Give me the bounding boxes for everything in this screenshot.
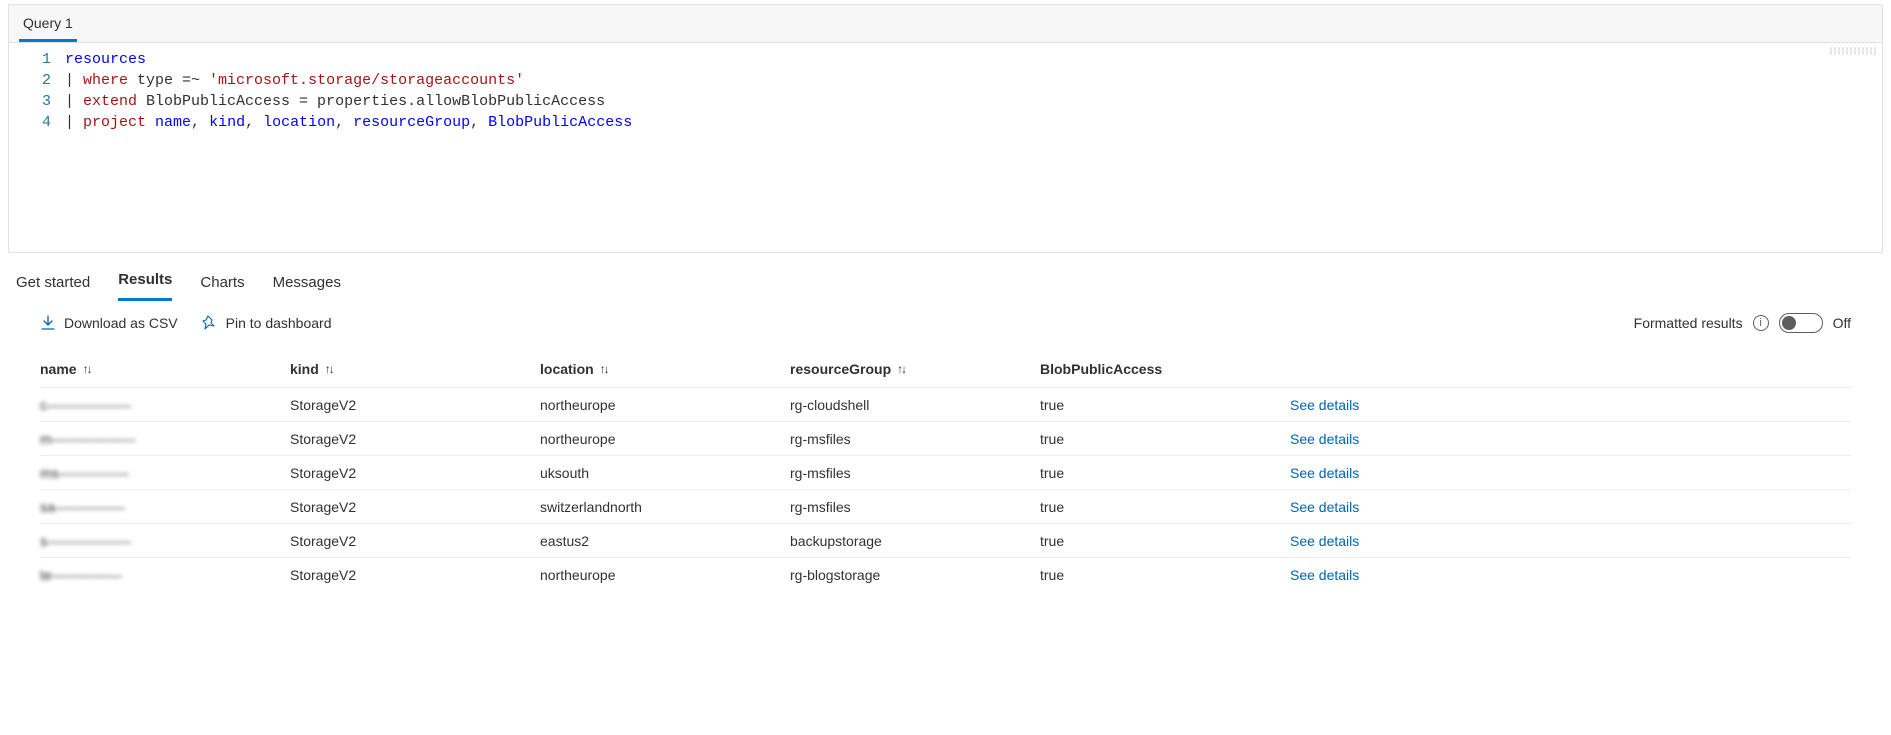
code-line: | project name, kind, location, resource… [65,112,1882,133]
pin-icon [202,315,218,331]
pin-dashboard-button[interactable]: Pin to dashboard [202,315,332,331]
cell-resourcegroup: rg-msfiles [790,431,1040,447]
results-tab-bar: Get started Results Charts Messages [0,253,1891,301]
cell-blobpublicaccess: true [1040,567,1290,583]
results-table: name ↑↓ kind ↑↓ location ↑↓ resourceGrou… [0,351,1891,591]
see-details-link[interactable]: See details [1290,465,1359,481]
cell-name: s—————— [40,533,290,549]
download-csv-label: Download as CSV [64,315,178,331]
table-row[interactable]: sa—————StorageV2switzerlandnorthrg-msfil… [40,489,1851,523]
cell-location: northeurope [540,431,790,447]
cell-blobpublicaccess: true [1040,397,1290,413]
column-header-label: kind [290,361,319,377]
column-header-name[interactable]: name ↑↓ [40,361,290,377]
editor-minimap [1830,47,1878,55]
cell-kind: StorageV2 [290,397,540,413]
column-header-resourcegroup[interactable]: resourceGroup ↑↓ [790,361,1040,377]
column-header-kind[interactable]: kind ↑↓ [290,361,540,377]
see-details-link[interactable]: See details [1290,533,1359,549]
line-number: 4 [9,112,51,133]
code-line: | extend BlobPublicAccess = properties.a… [65,91,1882,112]
table-row[interactable]: m——————StorageV2northeuroperg-msfilestru… [40,421,1851,455]
cell-resourcegroup: rg-msfiles [790,499,1040,515]
cell-location: northeurope [540,567,790,583]
cell-location: switzerlandnorth [540,499,790,515]
cell-kind: StorageV2 [290,533,540,549]
cell-name: c—————— [40,397,290,413]
tab-charts[interactable]: Charts [200,270,244,301]
table-row[interactable]: te—————StorageV2northeuroperg-blogstorag… [40,557,1851,591]
code-line: | where type =~ 'microsoft.storage/stora… [65,70,1882,91]
formatted-results-label: Formatted results [1634,315,1743,331]
see-details-link[interactable]: See details [1290,567,1359,583]
pin-dashboard-label: Pin to dashboard [226,315,332,331]
column-header-label: name [40,361,77,377]
cell-blobpublicaccess: true [1040,431,1290,447]
editor-tab-bar: Query 1 [9,5,1882,42]
download-csv-button[interactable]: Download as CSV [40,315,178,331]
tab-get-started[interactable]: Get started [16,270,90,301]
cell-resourcegroup: rg-blogstorage [790,567,1040,583]
column-header-label: BlobPublicAccess [1040,361,1162,377]
cell-location: uksouth [540,465,790,481]
see-details-link[interactable]: See details [1290,431,1359,447]
toggle-state-label: Off [1833,315,1851,331]
code-lines: resources | where type =~ 'microsoft.sto… [65,43,1882,172]
column-header-label: resourceGroup [790,361,891,377]
sort-icon: ↑↓ [83,362,91,376]
cell-name: te————— [40,567,290,583]
column-header-label: location [540,361,594,377]
sort-icon: ↑↓ [600,362,608,376]
see-details-link[interactable]: See details [1290,499,1359,515]
line-number-gutter: 1 2 3 4 [9,43,65,172]
cell-blobpublicaccess: true [1040,499,1290,515]
cell-name: ms————— [40,465,290,481]
line-number: 2 [9,70,51,91]
see-details-link[interactable]: See details [1290,397,1359,413]
table-header-row: name ↑↓ kind ↑↓ location ↑↓ resourceGrou… [40,351,1851,387]
code-editor[interactable]: 1 2 3 4 resources | where type =~ 'micro… [9,42,1882,252]
sort-icon: ↑↓ [325,362,333,376]
cell-kind: StorageV2 [290,567,540,583]
cell-location: northeurope [540,397,790,413]
cell-kind: StorageV2 [290,465,540,481]
code-line: resources [65,49,1882,70]
cell-resourcegroup: rg-msfiles [790,465,1040,481]
table-row[interactable]: s——————StorageV2eastus2backupstoragetrue… [40,523,1851,557]
query-editor-panel: Query 1 1 2 3 4 resources | where type =… [8,4,1883,253]
editor-tab-query1[interactable]: Query 1 [19,9,77,42]
sort-icon: ↑↓ [897,362,905,376]
table-row[interactable]: c——————StorageV2northeuroperg-cloudshell… [40,387,1851,421]
cell-location: eastus2 [540,533,790,549]
info-icon[interactable]: i [1753,315,1769,331]
tab-messages[interactable]: Messages [273,270,341,301]
cell-resourcegroup: rg-cloudshell [790,397,1040,413]
cell-kind: StorageV2 [290,499,540,515]
tab-results[interactable]: Results [118,267,172,301]
cell-resourcegroup: backupstorage [790,533,1040,549]
cell-name: m—————— [40,431,290,447]
cell-name: sa————— [40,499,290,515]
formatted-results-toggle[interactable] [1779,313,1823,333]
table-row[interactable]: ms—————StorageV2uksouthrg-msfilestrueSee… [40,455,1851,489]
results-toolbar: Download as CSV Pin to dashboard Formatt… [0,301,1891,351]
cell-blobpublicaccess: true [1040,533,1290,549]
line-number: 3 [9,91,51,112]
download-icon [40,315,56,331]
column-header-location[interactable]: location ↑↓ [540,361,790,377]
column-header-blobpublicaccess[interactable]: BlobPublicAccess [1040,361,1290,377]
cell-blobpublicaccess: true [1040,465,1290,481]
cell-kind: StorageV2 [290,431,540,447]
line-number: 1 [9,49,51,70]
